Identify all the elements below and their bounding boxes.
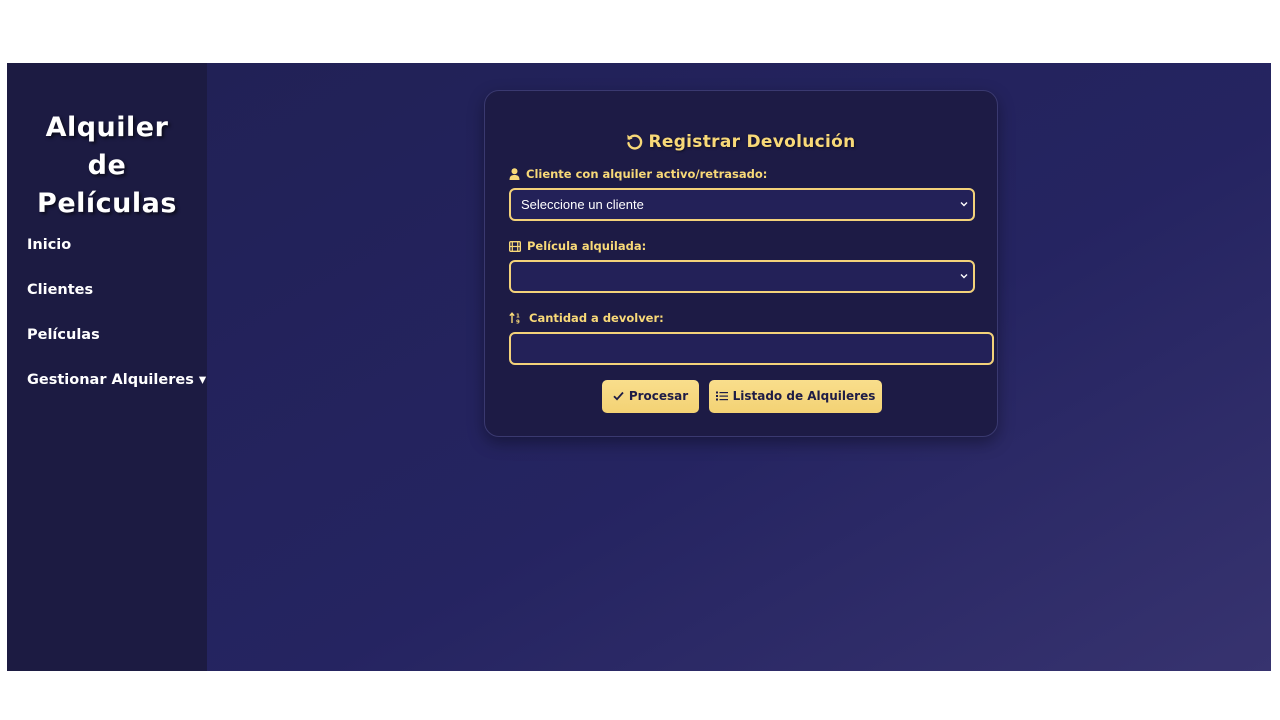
cantidad-label-text: Cantidad a devolver: [529, 311, 664, 325]
app-brand: Alquiler de Películas [37, 112, 177, 219]
sidebar-item-peliculas[interactable]: Películas [27, 323, 206, 368]
pelicula-label-text: Película alquilada: [527, 239, 647, 253]
pelicula-select[interactable] [509, 260, 975, 293]
cliente-label: Cliente con alquiler activo/retrasado: [509, 166, 767, 182]
svg-text:9: 9 [516, 320, 520, 325]
sidebar-item-inicio[interactable]: Inicio [27, 233, 206, 278]
check-icon [613, 391, 624, 401]
sidebar-item-gestionar-alquileres[interactable]: Gestionar Alquileres ▾ [27, 368, 206, 413]
pelicula-label: Película alquilada: [508, 238, 647, 254]
main-content: Registrar Devolución Cliente con alquile… [207, 63, 1271, 671]
cliente-select-value: Seleccione un cliente [521, 197, 644, 212]
procesar-button[interactable]: Procesar [602, 380, 699, 413]
return-form-card: Registrar Devolución Cliente con alquile… [484, 90, 998, 437]
sidebar-item-clientes[interactable]: Clientes [27, 278, 206, 323]
form-title-text: Registrar Devolución [648, 132, 856, 152]
sort-numeric-icon: 1 9 [509, 312, 520, 326]
app-window: Alquiler de Películas Inicio Clientes Pe… [7, 63, 1271, 671]
cantidad-input[interactable] [509, 332, 994, 365]
user-icon [509, 168, 520, 180]
listado-alquileres-button[interactable]: Listado de Alquileres [709, 380, 882, 413]
sidebar-nav: Inicio Clientes Películas Gestionar Alqu… [27, 233, 206, 413]
rotate-left-icon [627, 134, 643, 150]
list-icon [715, 391, 728, 401]
chevron-down-icon [960, 202, 968, 207]
chevron-down-icon [960, 274, 968, 279]
form-title: Registrar Devolución [485, 131, 997, 153]
cantidad-label: 1 9 Cantidad a devolver: [509, 310, 664, 326]
sidebar: Alquiler de Películas Inicio Clientes Pe… [7, 63, 207, 671]
cliente-select[interactable]: Seleccione un cliente [509, 188, 975, 221]
cliente-label-text: Cliente con alquiler activo/retrasado: [526, 167, 768, 181]
procesar-button-label: Procesar [628, 389, 689, 403]
film-icon [508, 240, 522, 253]
listado-button-label: Listado de Alquileres [732, 389, 876, 403]
